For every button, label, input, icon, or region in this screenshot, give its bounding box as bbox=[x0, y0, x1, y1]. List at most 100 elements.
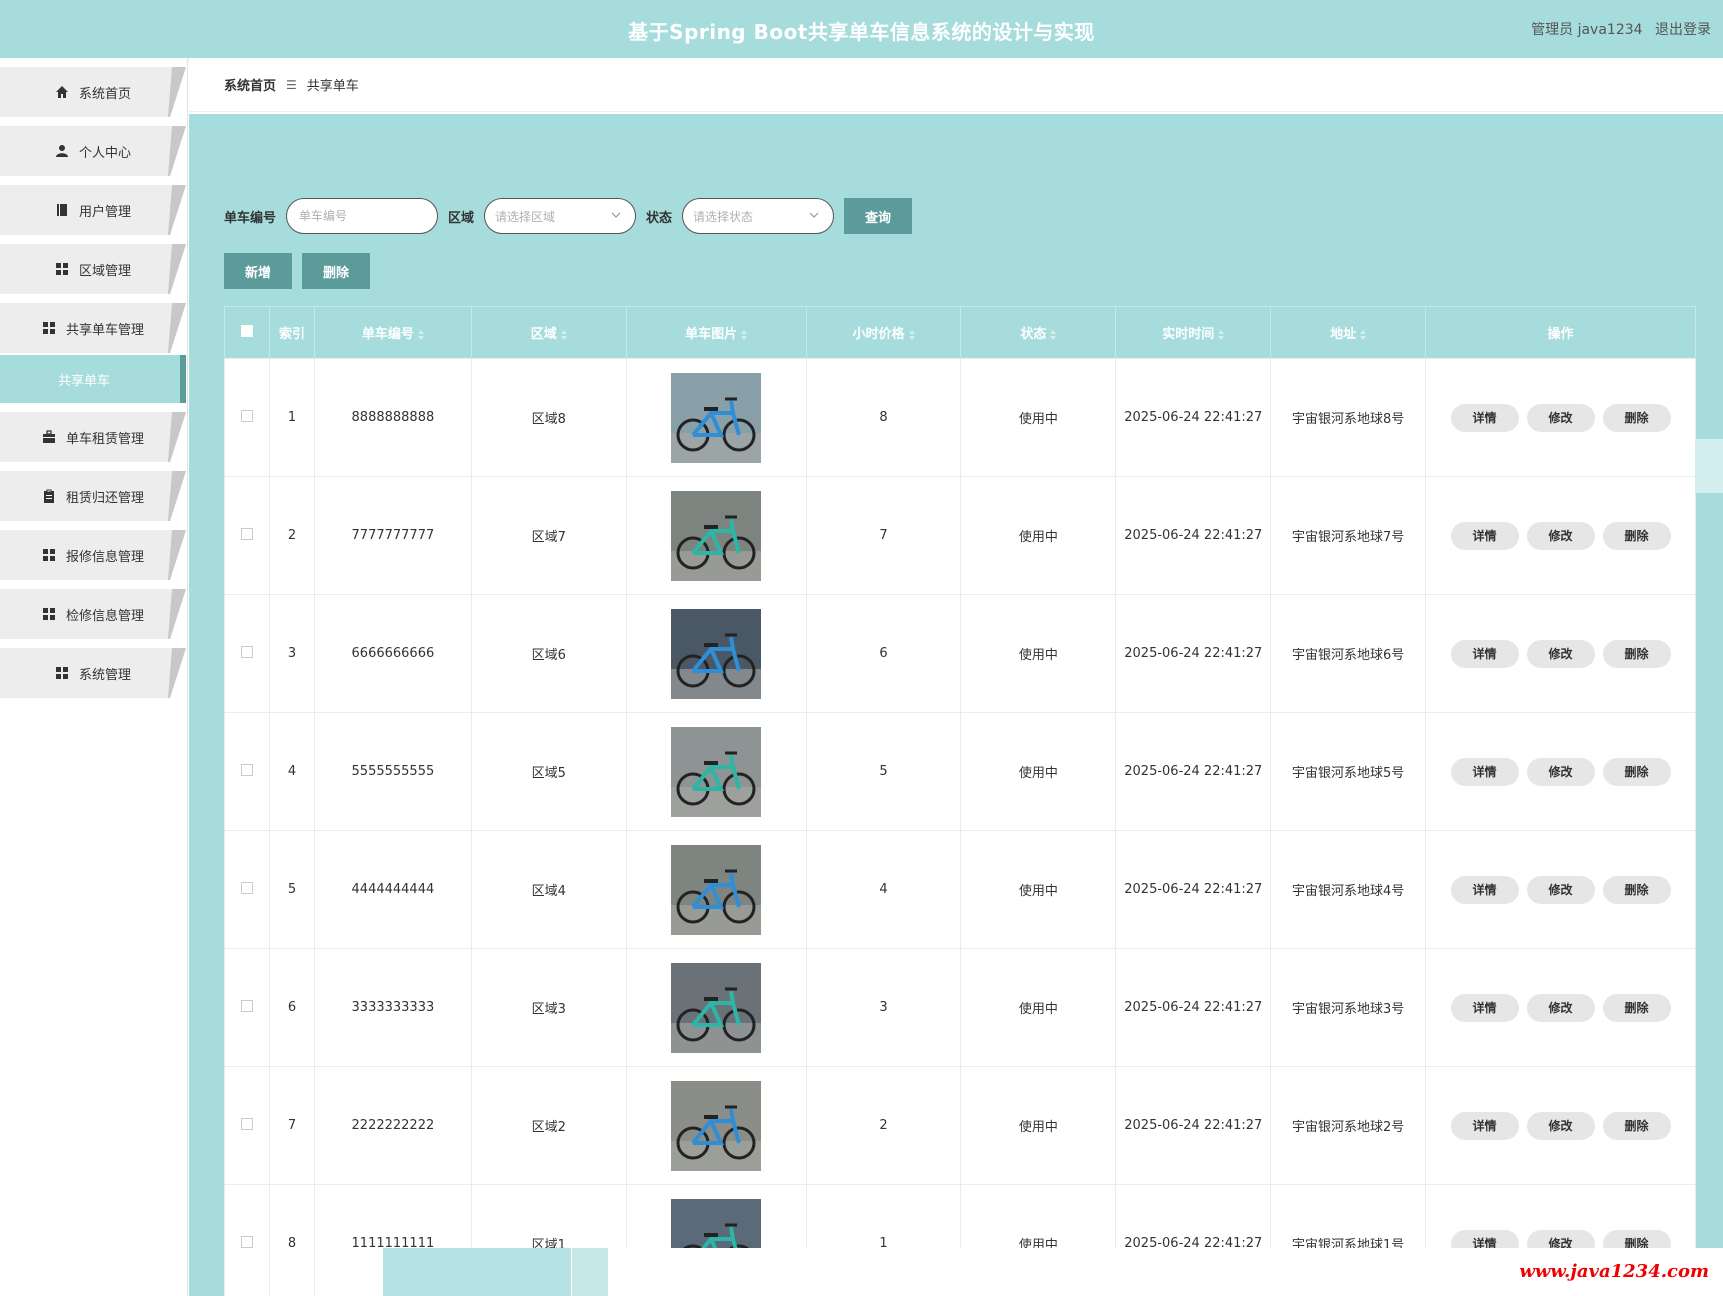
edit-button[interactable]: 修改 bbox=[1526, 757, 1595, 786]
sidebar-item[interactable]: 租赁归还管理 bbox=[0, 471, 186, 521]
briefcase-icon bbox=[42, 430, 56, 444]
edit-button[interactable]: 修改 bbox=[1526, 875, 1595, 904]
sidebar-subitem-active[interactable]: 共享单车 bbox=[0, 355, 186, 403]
add-button[interactable]: 新增 bbox=[224, 253, 292, 289]
price-cell: 4 bbox=[805, 830, 962, 949]
column-header[interactable]: 单车图片 bbox=[625, 306, 807, 359]
region-cell: 区域4 bbox=[470, 830, 627, 949]
column-header[interactable]: 小时价格 bbox=[805, 306, 962, 359]
column-header-label: 小时价格 bbox=[852, 327, 905, 342]
breadcrumb-home[interactable]: 系统首页 bbox=[224, 75, 276, 94]
sidebar-item[interactable]: 系统管理 bbox=[0, 648, 186, 698]
detail-button[interactable]: 详情 bbox=[1450, 993, 1519, 1022]
row-checkbox[interactable] bbox=[240, 1235, 253, 1248]
region-cell: 区域5 bbox=[470, 712, 627, 831]
detail-button[interactable]: 详情 bbox=[1450, 403, 1519, 432]
row-checkbox[interactable] bbox=[240, 527, 253, 540]
operations-cell: 详情 修改 删除 bbox=[1425, 948, 1696, 1067]
select-cell bbox=[224, 476, 270, 595]
status-select[interactable]: 请选择状态 bbox=[682, 198, 835, 234]
select-cell bbox=[224, 712, 270, 831]
delete-button[interactable]: 删除 bbox=[1602, 1111, 1671, 1140]
delete-button[interactable]: 删除 bbox=[1602, 639, 1671, 668]
bike-photo bbox=[671, 844, 762, 935]
sort-icon[interactable] bbox=[741, 329, 748, 340]
bike-no-input[interactable] bbox=[286, 198, 439, 234]
sort-icon[interactable] bbox=[1218, 329, 1225, 340]
delete-button[interactable]: 删除 bbox=[1602, 403, 1671, 432]
sort-icon[interactable] bbox=[1050, 329, 1057, 340]
delete-button[interactable]: 删除 bbox=[1602, 757, 1671, 786]
sidebar-item[interactable]: 用户管理 bbox=[0, 185, 186, 235]
detail-button[interactable]: 详情 bbox=[1450, 639, 1519, 668]
delete-button[interactable]: 删除 bbox=[1602, 875, 1671, 904]
sidebar-item[interactable]: 单车租赁管理 bbox=[0, 412, 186, 462]
bike-no-cell: 3333333333 bbox=[313, 948, 472, 1067]
sidebar-item[interactable]: 区域管理 bbox=[0, 244, 186, 294]
edit-button[interactable]: 修改 bbox=[1526, 1111, 1595, 1140]
sort-icon[interactable] bbox=[908, 329, 915, 340]
index-cell: 4 bbox=[268, 712, 315, 831]
sidebar-item[interactable]: 系统首页 bbox=[0, 67, 186, 117]
address-cell: 宇宙银河系地球7号 bbox=[1270, 476, 1427, 595]
delete-button[interactable]: 删除 bbox=[1602, 521, 1671, 550]
decorative-block bbox=[383, 1248, 571, 1296]
user-icon bbox=[55, 144, 69, 158]
sidebar-item[interactable]: 检修信息管理 bbox=[0, 589, 186, 639]
sidebar-item-label: 系统管理 bbox=[78, 667, 131, 683]
column-header[interactable]: 地址 bbox=[1270, 306, 1427, 359]
sidebar-item[interactable]: 报修信息管理 bbox=[0, 530, 186, 580]
edit-button[interactable]: 修改 bbox=[1526, 639, 1595, 668]
top-header: 基于Spring Boot共享单车信息系统的设计与实现 管理员 java1234… bbox=[0, 0, 1723, 58]
address-cell: 宇宙银河系地球3号 bbox=[1270, 948, 1427, 1067]
grid-icon bbox=[42, 548, 56, 562]
sidebar: 系统首页个人中心用户管理区域管理共享单车管理 共享单车单车租赁管理 租赁归还管理 报修… bbox=[0, 58, 188, 1296]
sort-icon[interactable] bbox=[560, 329, 567, 340]
bike-photo bbox=[671, 372, 762, 463]
row-checkbox[interactable] bbox=[240, 881, 253, 894]
edit-button[interactable]: 修改 bbox=[1526, 403, 1595, 432]
address-cell: 宇宙银河系地球8号 bbox=[1270, 358, 1427, 477]
sidebar-item[interactable]: 共享单车管理 bbox=[0, 303, 186, 353]
main-area: 系统首页 ☰ 共享单车 单车编号 区域 请选择区域 状态 请选择状态 查询 新增… bbox=[189, 58, 1723, 1296]
detail-button[interactable]: 详情 bbox=[1450, 875, 1519, 904]
row-checkbox[interactable] bbox=[240, 409, 253, 422]
select-all-checkbox[interactable] bbox=[240, 324, 253, 337]
sort-icon[interactable] bbox=[417, 329, 424, 340]
column-header[interactable]: 区域 bbox=[470, 306, 627, 359]
column-header-label: 区域 bbox=[530, 327, 557, 342]
column-header-label: 索引 bbox=[278, 327, 305, 342]
bike-table: 索引 单车编号 区域 单车图片 小时价格 状态 实时时间 地址 操作 1 8888888888 区域… bbox=[224, 306, 1696, 1296]
column-header[interactable]: 状态 bbox=[960, 306, 1117, 359]
batch-delete-button[interactable]: 删除 bbox=[302, 253, 370, 289]
time-cell: 2025-06-24 22:41:27 bbox=[1115, 712, 1272, 831]
table-header-row: 索引 单车编号 区域 单车图片 小时价格 状态 实时时间 地址 操作 bbox=[224, 306, 1696, 359]
edit-button[interactable]: 修改 bbox=[1526, 993, 1595, 1022]
query-button[interactable]: 查询 bbox=[844, 198, 913, 234]
operations-cell: 详情 修改 删除 bbox=[1425, 712, 1696, 831]
row-checkbox[interactable] bbox=[240, 1117, 253, 1130]
bike-image-cell bbox=[625, 1066, 807, 1185]
detail-button[interactable]: 详情 bbox=[1450, 757, 1519, 786]
column-header[interactable]: 单车编号 bbox=[313, 306, 472, 359]
detail-button[interactable]: 详情 bbox=[1450, 1111, 1519, 1140]
edit-button[interactable]: 修改 bbox=[1526, 521, 1595, 550]
region-cell: 区域7 bbox=[470, 476, 627, 595]
detail-button[interactable]: 详情 bbox=[1450, 521, 1519, 550]
operations-cell: 详情 修改 删除 bbox=[1425, 1066, 1696, 1185]
table-row: 6 3333333333 区域3 3 使用中 2025-06-24 22:41:27 宇宙银… bbox=[224, 948, 1696, 1067]
row-checkbox[interactable] bbox=[240, 999, 253, 1012]
app-title: 基于Spring Boot共享单车信息系统的设计与实现 bbox=[628, 20, 1095, 44]
table-row: 2 7777777777 区域7 7 使用中 2025-06-24 22:41:27 宇宙银… bbox=[224, 476, 1696, 595]
delete-button[interactable]: 删除 bbox=[1602, 993, 1671, 1022]
table-row: 7 2222222222 区域2 2 使用中 2025-06-24 22:41:27 宇宙银… bbox=[224, 1066, 1696, 1185]
row-checkbox[interactable] bbox=[240, 645, 253, 658]
time-cell: 2025-06-24 22:41:27 bbox=[1115, 358, 1272, 477]
sort-icon[interactable] bbox=[1360, 329, 1367, 340]
sidebar-item[interactable]: 个人中心 bbox=[0, 126, 186, 176]
row-checkbox[interactable] bbox=[240, 763, 253, 776]
region-select[interactable]: 请选择区域 bbox=[484, 198, 637, 234]
column-header[interactable]: 实时时间 bbox=[1115, 306, 1272, 359]
index-cell: 2 bbox=[268, 476, 315, 595]
logout-link[interactable]: 退出登录 bbox=[1655, 22, 1711, 38]
